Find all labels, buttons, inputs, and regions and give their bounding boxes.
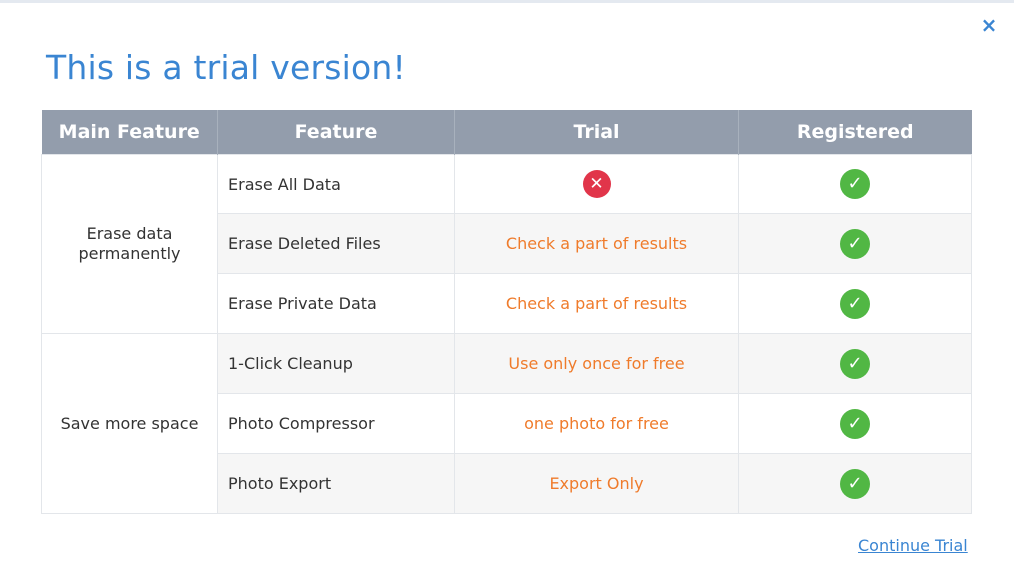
check-circle-icon: ✓	[840, 228, 870, 259]
feature-cell: 1-Click Cleanup	[217, 333, 455, 394]
check-circle-icon: ✓	[840, 288, 870, 319]
trial-cell: ✕	[454, 154, 739, 214]
trial-cell: Export Only	[454, 453, 739, 514]
feature-cell: Erase All Data	[217, 154, 455, 214]
main-feature-label: Erase data permanently	[78, 224, 181, 263]
header-registered: Registered	[738, 110, 972, 155]
registered-cell: ✓	[738, 213, 972, 274]
check-circle-icon: ✓	[840, 348, 870, 379]
header-main-feature: Main Feature	[41, 110, 218, 155]
close-icon[interactable]: ×	[978, 14, 1000, 36]
main-feature-label: Save more space	[60, 413, 199, 433]
trial-cell: Use only once for free	[454, 333, 739, 394]
x-circle-icon: ✕	[582, 170, 611, 198]
check-circle-icon: ✓	[840, 408, 870, 439]
window-top-border	[0, 0, 1014, 3]
feature-cell: Photo Export	[217, 453, 455, 514]
check-circle-icon: ✓	[840, 169, 870, 199]
trial-cell: one photo for free	[454, 393, 739, 454]
trial-cell: Check a part of results	[454, 213, 739, 274]
header-trial: Trial	[454, 110, 739, 155]
table-row: Save more space 1-Click Cleanup Use only…	[41, 333, 972, 514]
feature-cell: Photo Compressor	[217, 393, 455, 454]
dialog-title: This is a trial version!	[46, 48, 406, 87]
table-row: Erase data permanently Erase All Data ✕ …	[41, 154, 972, 334]
trial-cell: Check a part of results	[454, 273, 739, 334]
feature-cell: Erase Deleted Files	[217, 213, 455, 274]
registered-cell: ✓	[738, 393, 972, 454]
check-circle-icon: ✓	[840, 468, 870, 499]
registered-cell: ✓	[738, 273, 972, 334]
continue-trial-link[interactable]: Continue Trial	[858, 536, 968, 555]
main-feature-cell: Erase data permanently	[41, 154, 218, 334]
table-header-row: Main Feature Feature Trial Registered	[41, 110, 972, 155]
header-feature: Feature	[217, 110, 455, 155]
main-feature-cell: Save more space	[41, 333, 218, 514]
feature-cell: Erase Private Data	[217, 273, 455, 334]
feature-comparison-table: Main Feature Feature Trial Registered Er…	[41, 110, 972, 514]
registered-cell: ✓	[738, 154, 972, 214]
registered-cell: ✓	[738, 333, 972, 394]
registered-cell: ✓	[738, 453, 972, 514]
